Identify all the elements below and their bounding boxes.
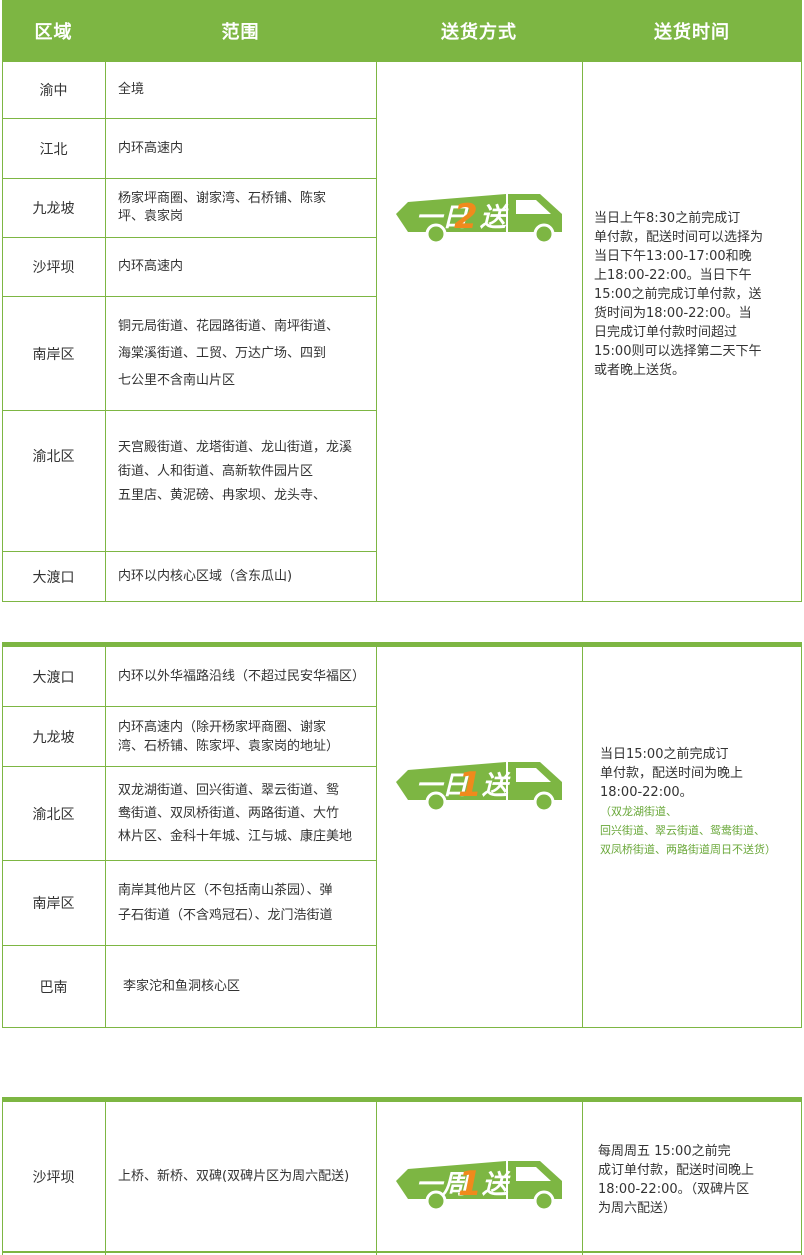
region-cell: 江北	[39, 141, 68, 158]
scope-cell: 全境	[118, 82, 145, 97]
delivery-time-text: 当日15:00之前完成订 单付款，配送时间为晚上 18:00-22:00。	[600, 747, 744, 800]
delivery-time-text: 当日上午8:30之前完成订 单付款，配送时间可以选择为 当日下午13:00-17…	[594, 211, 764, 378]
delivery-badge-once-weekly: 一周 1 送	[396, 1151, 566, 1219]
svg-text:送: 送	[482, 1170, 511, 1200]
scope-cell: 李家沱和鱼洞核心区	[123, 978, 241, 994]
delivery-truck-icon: 一日 2 送	[396, 194, 562, 245]
delivery-time-note: （双龙湖街道、 回兴街道、翠云街道、鸳鸯街道、 双凤桥街道、两路街道周日不送货）	[600, 805, 776, 856]
delivery-time-block: 当日15:00之前完成订 单付款，配送时间为晚上 18:00-22:00。 （双…	[600, 745, 796, 859]
region-cell: 南岸区	[32, 896, 75, 912]
header-delivery-method: 送货方式	[441, 22, 517, 43]
scope-cell: 上桥、新桥、双碑(双碑片区为周六配送)	[118, 1168, 350, 1184]
delivery-badge-once-daily: 一日 1 送	[396, 752, 566, 820]
region-cell: 南岸区	[32, 346, 75, 363]
region-cell: 渝北区	[32, 449, 75, 465]
svg-text:送: 送	[482, 771, 511, 801]
scope-cell: 天宫殿街道、龙塔街道、龙山街道，龙溪 街道、人和街道、高新软件园片区 五里店、黄…	[118, 440, 353, 503]
region-cell: 渝中	[39, 83, 68, 99]
scope-cell: 内环以外华福路沿线（不超过民安华福区）	[118, 668, 366, 684]
region-cell: 大渡口	[32, 569, 75, 586]
svg-text:1: 1	[458, 1164, 482, 1204]
scope-cell: 内环高速内（除开杨家坪商圈、谢家 湾、石桥铺、陈家坪、袁家岗的地址）	[118, 719, 340, 754]
scope-cell: 铜元局街道、花园路街道、南坪街道、 海棠溪街道、工贸、万达广场、四到 七公里不含…	[118, 319, 340, 388]
scope-cell: 杨家坪商圈、谢家湾、石桥铺、陈家 坪、袁家岗	[118, 191, 327, 224]
delivery-truck-icon: 一日 1 送	[396, 762, 562, 813]
header-delivery-time: 送货时间	[654, 22, 730, 43]
region-cell: 大渡口	[32, 669, 75, 686]
scope-cell: 双龙湖街道、回兴街道、翠云街道、鸳 鸯街道、双凤桥街道、两路街道、大竹 林片区、…	[118, 783, 353, 844]
svg-text:2: 2	[454, 197, 478, 237]
region-cell: 沙坪坝	[32, 1169, 75, 1186]
region-cell: 九龙坡	[32, 201, 75, 217]
region-cell: 九龙坡	[32, 729, 75, 746]
scope-cell: 南岸其他片区（不包括南山茶园）、弹 子石街道（不含鸡冠石）、龙门浩街道	[118, 883, 333, 923]
scope-cell: 内环高速内	[118, 140, 184, 156]
region-cell: 巴南	[39, 979, 68, 996]
header-scope: 范围	[221, 22, 260, 43]
svg-text:1: 1	[458, 765, 482, 805]
scope-cell: 内环高速内	[118, 259, 184, 274]
delivery-truck-icon: 一周 1 送	[396, 1161, 562, 1212]
delivery-badge-twice-daily: 一日 2 送	[396, 184, 566, 252]
header-region: 区域	[34, 22, 73, 43]
svg-text:送: 送	[480, 203, 509, 233]
region-cell: 沙坪坝	[32, 260, 75, 276]
delivery-time-text: 每周周五 15:00之前完 成订单付款，配送时间晚上 18:00-22:00。（…	[598, 1144, 755, 1216]
region-cell: 渝北区	[32, 806, 75, 823]
scope-cell: 内环以内核心区域（含东瓜山)	[118, 568, 293, 584]
